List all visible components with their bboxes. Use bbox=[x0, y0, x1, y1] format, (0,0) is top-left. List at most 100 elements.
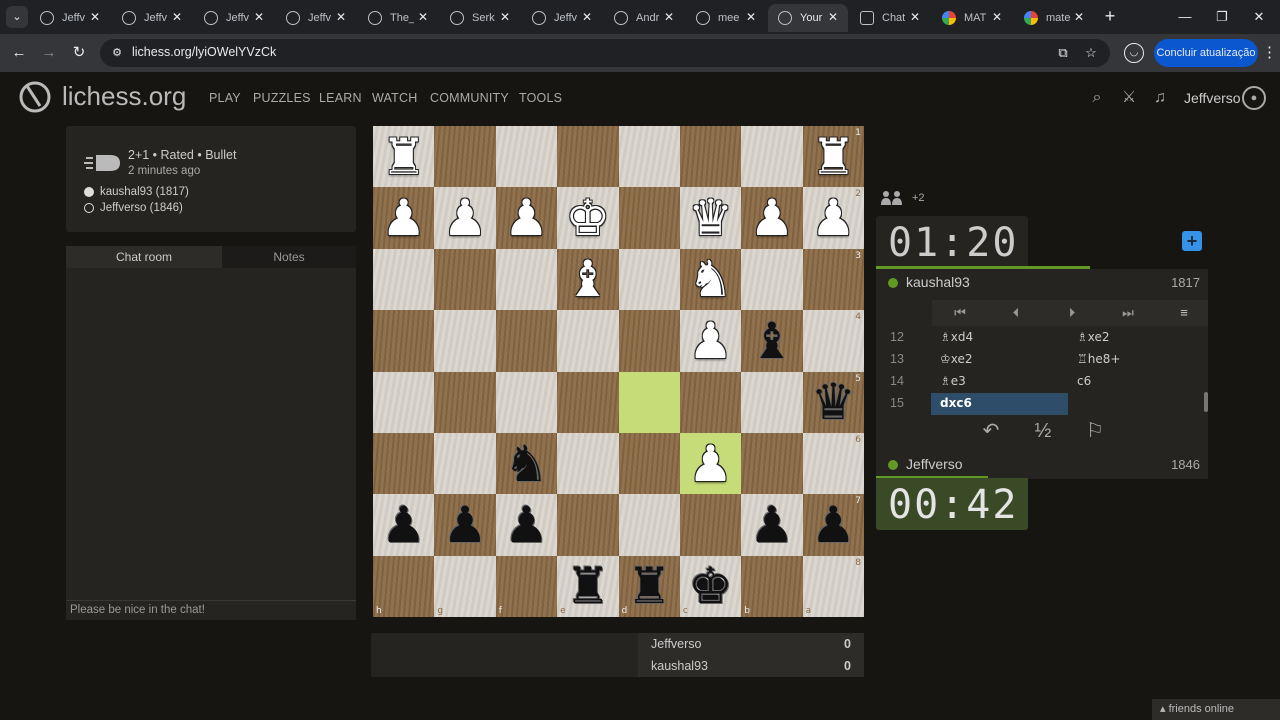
board-square[interactable]: ♟ bbox=[741, 187, 803, 249]
board-square[interactable] bbox=[618, 432, 680, 495]
tab-close-icon[interactable]: ✕ bbox=[910, 10, 920, 24]
board-square[interactable] bbox=[373, 310, 435, 372]
black-king-piece[interactable]: ♚ bbox=[688, 561, 733, 611]
browser-tab-title[interactable]: MAT bbox=[964, 12, 988, 24]
friends-online-toggle[interactable]: ▴ friends online bbox=[1152, 699, 1280, 720]
black-rook-piece[interactable]: ♜ bbox=[565, 561, 610, 611]
tab-close-icon[interactable]: ✕ bbox=[90, 10, 100, 24]
browser-tab[interactable]: Jeffv ✕ bbox=[112, 4, 192, 32]
board-square[interactable] bbox=[741, 126, 803, 188]
board-square[interactable] bbox=[373, 432, 435, 495]
board-square[interactable]: ♟ 7 bbox=[802, 494, 864, 556]
friends-online-label[interactable]: friends online bbox=[1169, 703, 1234, 715]
board-square[interactable]: 8a bbox=[802, 555, 864, 617]
black-player-line[interactable]: Jeffverso (1846) bbox=[84, 202, 183, 214]
browser-tab[interactable]: Jeffv ✕ bbox=[194, 4, 274, 32]
browser-tab[interactable]: Jeffv ✕ bbox=[522, 4, 602, 32]
browser-tab[interactable]: Jeffv ✕ bbox=[276, 4, 356, 32]
last-move-icon[interactable]: ⏭ bbox=[1118, 304, 1138, 322]
black-pawn-piece[interactable]: ♟ bbox=[381, 500, 426, 550]
board-square[interactable]: ♟ bbox=[495, 187, 558, 249]
black-queen-piece[interactable]: ♛ bbox=[811, 377, 856, 427]
white-move[interactable]: ♗xd4 bbox=[931, 327, 1068, 349]
browser-tab[interactable]: MAT ✕ bbox=[932, 4, 1012, 32]
browser-tab-title[interactable]: Your bbox=[800, 12, 824, 24]
white-player-line[interactable]: kaushal93 (1817) bbox=[84, 186, 189, 198]
user-menu-name[interactable]: Jeffverso bbox=[1184, 90, 1241, 106]
tab-close-icon[interactable]: ✕ bbox=[664, 10, 674, 24]
browser-tab[interactable]: The_ ✕ bbox=[358, 4, 438, 32]
tab-close-icon[interactable]: ✕ bbox=[992, 10, 1002, 24]
board-square[interactable] bbox=[557, 432, 619, 495]
white-pawn-piece[interactable]: ♟ bbox=[750, 193, 795, 243]
first-move-icon[interactable]: ⏮ bbox=[950, 304, 970, 322]
board-square[interactable]: ♟ bbox=[373, 494, 435, 556]
tab-close-icon[interactable]: ✕ bbox=[336, 10, 346, 24]
forward-arrow-icon[interactable]: → bbox=[38, 42, 60, 64]
tab-search-chevron-down-icon[interactable]: ⌄ bbox=[6, 6, 28, 28]
board-square[interactable] bbox=[373, 248, 435, 311]
browser-tab-title[interactable]: Jeffv bbox=[226, 12, 250, 24]
notifications-bell-icon[interactable]: ♫ bbox=[1150, 88, 1170, 108]
tab-chat-room[interactable]: Chat room bbox=[66, 246, 222, 268]
board-square[interactable]: ♝ bbox=[557, 248, 619, 311]
white-pawn-piece[interactable]: ♟ bbox=[688, 439, 733, 489]
black-pawn-piece[interactable]: ♟ bbox=[504, 500, 549, 550]
tab-close-icon[interactable]: ✕ bbox=[1074, 10, 1084, 24]
site-info-icon[interactable]: ⚙ bbox=[110, 46, 124, 60]
board-square[interactable]: f bbox=[495, 555, 558, 617]
white-queen-piece[interactable]: ♛ bbox=[688, 193, 733, 243]
give-time-plus-icon[interactable]: + bbox=[1182, 231, 1202, 251]
moves-scrollbar[interactable] bbox=[1204, 392, 1208, 412]
bookmark-star-icon[interactable]: ☆ bbox=[1082, 44, 1100, 62]
score-player-name[interactable]: Jeffverso bbox=[651, 637, 702, 651]
score-player-name[interactable]: kaushal93 bbox=[651, 659, 708, 673]
browser-tab[interactable]: mee ✕ bbox=[686, 4, 766, 32]
white-pawn-piece[interactable]: ♟ bbox=[381, 193, 426, 243]
browser-tab-title[interactable]: Andr bbox=[636, 12, 660, 24]
board-square[interactable]: ♝ bbox=[741, 310, 803, 372]
me-name[interactable]: Jeffverso bbox=[906, 456, 963, 472]
board-square[interactable] bbox=[618, 248, 680, 311]
search-icon[interactable]: ⌕ bbox=[1087, 88, 1107, 108]
board-square[interactable] bbox=[495, 310, 558, 372]
board-square[interactable]: ♜ bbox=[373, 126, 435, 188]
black-pawn-piece[interactable]: ♟ bbox=[443, 500, 488, 550]
browser-tab-title[interactable]: Jeffv bbox=[554, 12, 578, 24]
next-move-icon[interactable]: ⏵ bbox=[1062, 304, 1082, 322]
board-square[interactable] bbox=[434, 432, 496, 495]
white-move[interactable]: ♔xe2 bbox=[931, 349, 1068, 371]
nav-watch[interactable]: WATCH bbox=[372, 91, 417, 105]
browser-tab-title[interactable]: Chat bbox=[882, 12, 906, 24]
tab-close-icon[interactable]: ✕ bbox=[254, 10, 264, 24]
board-square[interactable] bbox=[434, 126, 496, 188]
black-rook-piece[interactable]: ♜ bbox=[627, 561, 672, 611]
browser-tab-title[interactable]: Jeffv bbox=[144, 12, 168, 24]
board-square[interactable] bbox=[495, 248, 558, 311]
board-square[interactable]: ♟ bbox=[679, 432, 742, 495]
board-square[interactable]: ♜ 1 bbox=[802, 126, 864, 188]
profile-icon[interactable]: ◡ bbox=[1124, 43, 1144, 63]
board-square[interactable]: ♚ c bbox=[679, 555, 742, 617]
board-square[interactable]: g bbox=[434, 555, 496, 617]
tab-close-icon[interactable]: ✕ bbox=[418, 10, 428, 24]
browser-tab-title[interactable]: The_ bbox=[390, 12, 414, 24]
browser-tab-title[interactable]: mee bbox=[718, 12, 742, 24]
browser-tab-title[interactable]: Jeffv bbox=[308, 12, 332, 24]
black-pawn-piece[interactable]: ♟ bbox=[811, 500, 856, 550]
browser-tab[interactable]: Your ✕ bbox=[768, 4, 848, 32]
board-square[interactable]: 3 bbox=[802, 248, 864, 311]
nav-tools[interactable]: TOOLS bbox=[519, 91, 562, 105]
board-square[interactable] bbox=[679, 126, 742, 188]
board-square[interactable]: ♟ bbox=[434, 494, 496, 556]
board-square[interactable] bbox=[557, 494, 619, 556]
board-square[interactable] bbox=[618, 187, 680, 249]
board-square[interactable]: 6 bbox=[802, 432, 864, 495]
browser-tab[interactable]: Jeffv ✕ bbox=[30, 4, 110, 32]
nav-community[interactable]: COMMUNITY bbox=[430, 91, 509, 105]
board-square[interactable] bbox=[679, 494, 742, 556]
black-move[interactable]: c6 bbox=[1068, 371, 1196, 393]
tab-close-icon[interactable]: ✕ bbox=[582, 10, 592, 24]
black-bishop-piece[interactable]: ♝ bbox=[750, 316, 795, 366]
black-move[interactable]: ♗xe2 bbox=[1068, 327, 1196, 349]
